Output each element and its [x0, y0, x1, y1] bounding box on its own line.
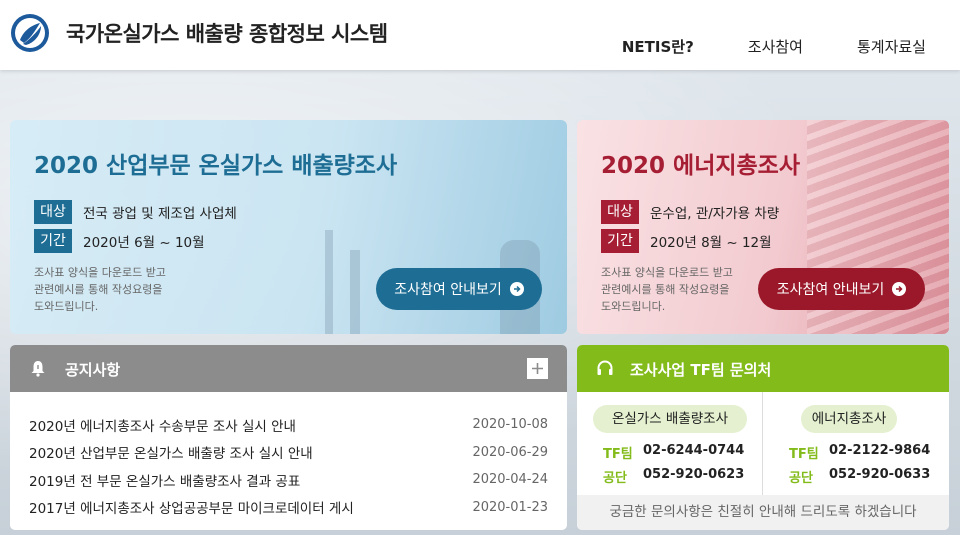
- agency-phone[interactable]: 052-920-0633: [829, 467, 930, 486]
- nav-item-statistics[interactable]: 통계자료실: [857, 36, 926, 57]
- target-tag: 대상: [34, 200, 72, 224]
- notice-item-date: 2020-10-08: [472, 417, 548, 433]
- contact-header: 조사사업 TF팀 문의처: [577, 345, 949, 392]
- notice-item[interactable]: 2017년 에너지총조사 상업공공부문 마이크로데이터 게시 2020-01-2…: [10, 494, 567, 522]
- contact-footer-message: 궁금한 문의사항은 친절히 안내해 드리도록 하겠습니다: [577, 495, 949, 530]
- tf-label: TF팀: [603, 447, 633, 462]
- period-tag: 기간: [34, 229, 72, 253]
- notice-list: 2020년 에너지총조사 수송부문 조사 실시 안내 2020-10-08 20…: [10, 392, 567, 521]
- contact-title: 조사사업 TF팀 문의처: [630, 361, 772, 379]
- tf-label: TF팀: [789, 447, 819, 462]
- period-value: 2020년 6월 ~ 10월: [83, 235, 205, 251]
- survey-title: 2020 산업부문 온실가스 배출량조사: [34, 153, 398, 179]
- survey-title: 2020 에너지총조사: [601, 153, 800, 179]
- notice-item-title[interactable]: 2019년 전 부문 온실가스 배출량조사 결과 공표: [29, 470, 300, 490]
- notice-header: 공지사항: [10, 345, 567, 392]
- notice-title: 공지사항: [65, 361, 121, 379]
- contact-group-name: 온실가스 배출량조사: [593, 405, 747, 433]
- survey-description: 조사표 양식을 다운로드 받고 관련예시를 통해 작성요령을 도와드립니다.: [34, 266, 166, 313]
- plus-icon: [532, 363, 543, 374]
- notice-item[interactable]: 2019년 전 부문 온실가스 배출량조사 결과 공표 2020-04-24: [10, 466, 567, 494]
- survey-guide-button[interactable]: 조사참여 안내보기: [758, 268, 925, 310]
- nav-item-netis[interactable]: NETIS란?: [622, 36, 694, 57]
- contact-panel: 조사사업 TF팀 문의처 온실가스 배출량조사 TF팀 02-6244-0744…: [577, 345, 949, 530]
- chimney-decor: [325, 230, 333, 334]
- agency-label: 공단: [789, 471, 813, 486]
- target-tag: 대상: [601, 200, 639, 224]
- tf-phone-row: TF팀 02-2122-9864: [789, 443, 930, 462]
- main-nav: NETIS란? 조사참여 통계자료실: [568, 36, 926, 57]
- agency-label: 공단: [603, 471, 627, 486]
- survey-target: 대상 전국 광업 및 제조업 사업체: [34, 200, 237, 224]
- notice-panel: 공지사항 2020년 에너지총조사 수송부문 조사 실시 안내 2020-10-…: [10, 345, 567, 530]
- notice-item[interactable]: 2020년 에너지총조사 수송부문 조사 실시 안내 2020-10-08: [10, 411, 567, 439]
- chimney-decor: [350, 250, 360, 334]
- tf-phone[interactable]: 02-2122-9864: [829, 443, 930, 462]
- logo-emblem-icon[interactable]: [10, 13, 50, 53]
- site-title[interactable]: 국가온실가스 배출량 종합정보 시스템: [66, 18, 388, 48]
- tf-phone-row: TF팀 02-6244-0744: [603, 443, 744, 462]
- survey-guide-button[interactable]: 조사참여 안내보기: [376, 268, 542, 310]
- agency-phone[interactable]: 052-920-0623: [643, 467, 744, 486]
- survey-description: 조사표 양식을 다운로드 받고 관련예시를 통해 작성요령을 도와드립니다.: [601, 266, 733, 313]
- agency-phone-row: 공단 052-920-0633: [789, 467, 930, 486]
- survey-period: 기간 2020년 6월 ~ 10월: [34, 229, 205, 253]
- target-value: 운수업, 관/자가용 차량: [650, 206, 780, 222]
- survey-card-energy: 2020 에너지총조사 대상 운수업, 관/자가용 차량 기간 2020년 8월…: [577, 120, 949, 334]
- site-header: 국가온실가스 배출량 종합정보 시스템 NETIS란? 조사참여 통계자료실: [0, 0, 960, 70]
- notice-item-date: 2020-01-23: [472, 499, 548, 515]
- more-notices-button[interactable]: [527, 358, 548, 379]
- contact-group-energy: 에너지총조사 TF팀 02-2122-9864 공단 052-920-0633: [763, 392, 949, 495]
- headset-icon: [597, 360, 613, 375]
- notice-item-title[interactable]: 2020년 산업부문 온실가스 배출량 조사 실시 안내: [29, 442, 313, 462]
- target-value: 전국 광업 및 제조업 사업체: [83, 206, 237, 222]
- notice-item[interactable]: 2020년 산업부문 온실가스 배출량 조사 실시 안내 2020-06-29: [10, 439, 567, 467]
- survey-card-industry: 2020 산업부문 온실가스 배출량조사 대상 전국 광업 및 제조업 사업체 …: [10, 120, 567, 334]
- survey-period: 기간 2020년 8월 ~ 12월: [601, 229, 772, 253]
- agency-phone-row: 공단 052-920-0623: [603, 467, 744, 486]
- contact-group-ghg: 온실가스 배출량조사 TF팀 02-6244-0744 공단 052-920-0…: [577, 392, 763, 495]
- arrow-right-icon: [892, 282, 907, 296]
- survey-target: 대상 운수업, 관/자가용 차량: [601, 200, 779, 224]
- tf-phone[interactable]: 02-6244-0744: [643, 443, 744, 462]
- arrow-right-icon: [509, 282, 524, 296]
- period-tag: 기간: [601, 229, 639, 253]
- notice-item-date: 2020-06-29: [472, 444, 548, 460]
- bell-icon: [31, 361, 45, 377]
- contact-group-name: 에너지총조사: [801, 405, 897, 433]
- notice-item-date: 2020-04-24: [472, 472, 548, 488]
- notice-item-title[interactable]: 2020년 에너지총조사 수송부문 조사 실시 안내: [29, 415, 296, 435]
- period-value: 2020년 8월 ~ 12월: [650, 235, 772, 251]
- notice-item-title[interactable]: 2017년 에너지총조사 상업공공부문 마이크로데이터 게시: [29, 497, 354, 517]
- nav-item-survey[interactable]: 조사참여: [748, 36, 803, 57]
